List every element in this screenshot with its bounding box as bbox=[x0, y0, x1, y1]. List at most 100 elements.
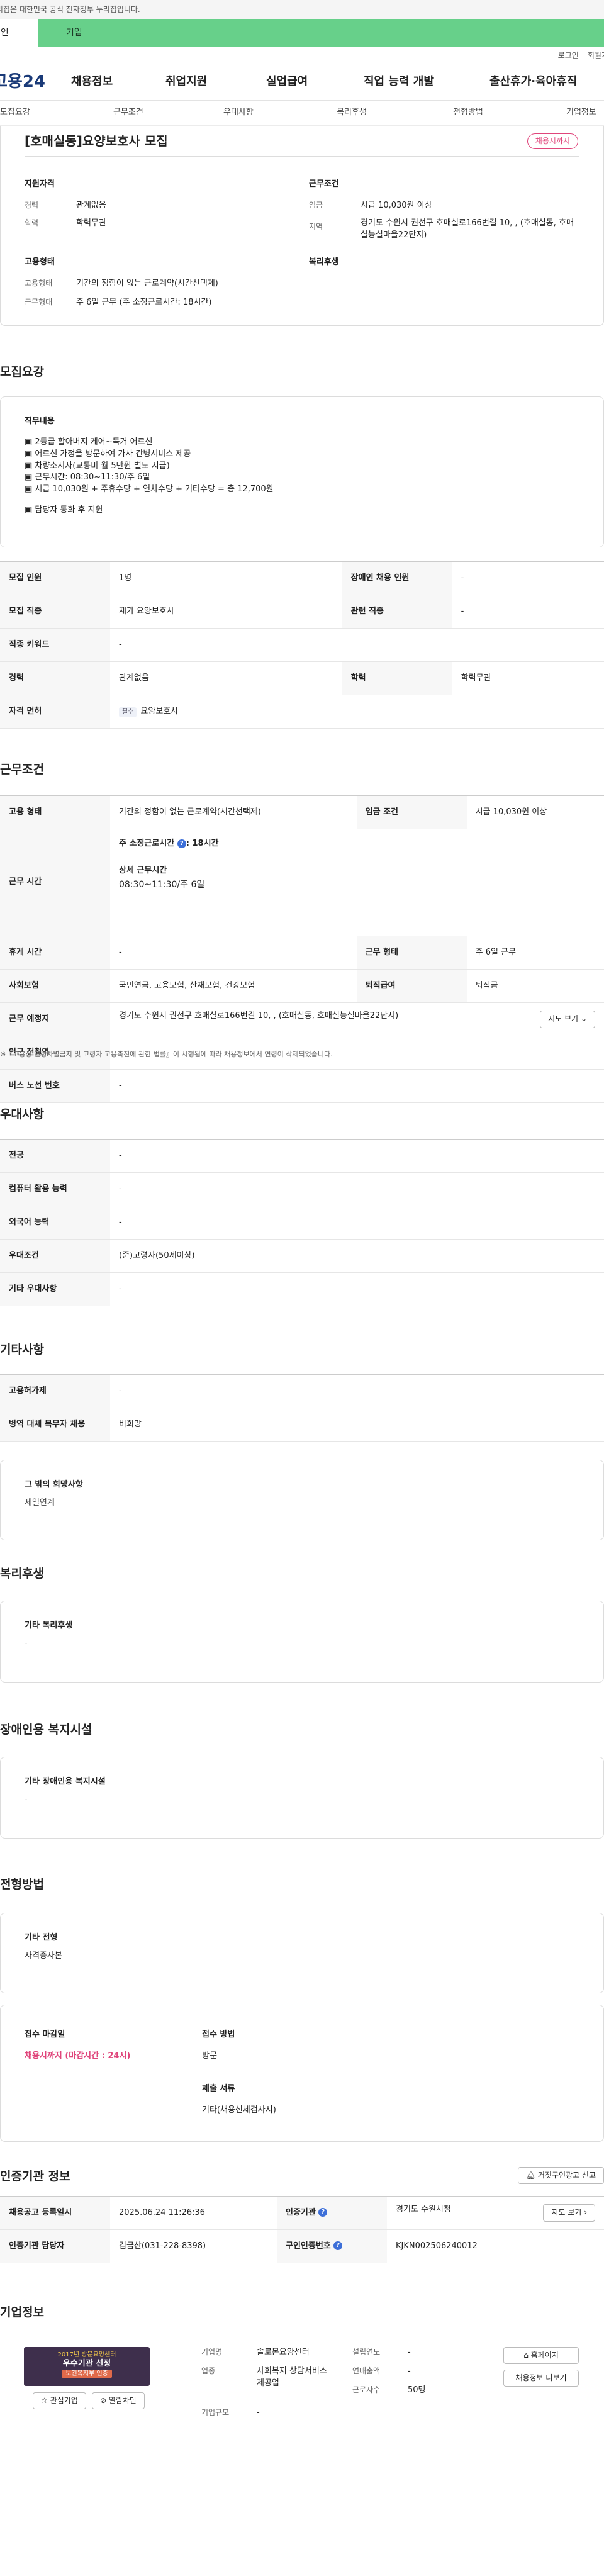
qual-title: 지원자격 bbox=[25, 179, 55, 189]
emp-value: 50명 bbox=[408, 2385, 426, 2395]
selection-box-title: 기타 전형 bbox=[25, 1933, 58, 1942]
welfare-card: 기타 복리후생 - bbox=[0, 1601, 604, 1683]
no-label-text: 구인인증번호 bbox=[286, 2241, 331, 2251]
cell-value: 퇴직금 bbox=[466, 969, 604, 1003]
pref-table: 전공 - 컴퓨터 활용 능력 - 외국어 능력 - 우대조건 (준)고령자(50세이상)… bbox=[0, 1139, 604, 1306]
age-note: ※『고용상 연령차별금지 및 고령자 고용촉진에 관한 법률』이 시행됨에 따라… bbox=[0, 1050, 333, 1058]
cell-value: 재가 요양보호사 bbox=[110, 595, 342, 629]
homepage-button[interactable]: ⌂ 홈페이지 bbox=[503, 2347, 579, 2365]
detail-value: 08:30~11:30/주 6일 bbox=[119, 879, 205, 890]
table-row: 고용허가제 - bbox=[0, 1374, 604, 1408]
area-label: 지역 bbox=[309, 222, 323, 231]
emp-label: 근로자수 bbox=[352, 2385, 381, 2394]
cell-value: 시급 10,030원 이상 bbox=[466, 795, 604, 829]
logo-line: 보건복지부 인증 bbox=[62, 2369, 112, 2378]
subnav-item-company[interactable]: 기업정보 bbox=[566, 107, 596, 119]
map-button[interactable]: 지도 보기 ⌄ bbox=[540, 1011, 595, 1028]
year-label: 설립연도 bbox=[352, 2348, 381, 2356]
gov-banner-text: 이 누리집은 대한민국 공식 전자정부 누리집입니다. bbox=[0, 5, 140, 14]
gnb-item-leave[interactable]: 출산휴가·육아휴직 bbox=[489, 74, 577, 90]
other-value: 세일연계 bbox=[25, 1498, 55, 1508]
subnav-item-conditions[interactable]: 근무조건 bbox=[113, 107, 223, 119]
tab-company[interactable]: 기업 bbox=[38, 19, 604, 47]
table-row: 휴게 시간 - 근무 형태 주 6일 근무 bbox=[0, 936, 604, 970]
top-tabs: 개인 기업 bbox=[0, 19, 604, 47]
etc-table: 고용허가제 - 병역 대체 복무자 채용 비희망 bbox=[0, 1374, 604, 1442]
cell-label: 인증기관 담당자 bbox=[0, 2229, 110, 2263]
sub-nav: 모집요강 근무조건 우대사항 복리후생 전형방법 기업정보 bbox=[0, 101, 604, 126]
gnb-item-training[interactable]: 직업 능력 개발 bbox=[364, 74, 489, 90]
disabled-section: 장애인용 복지시설 기타 장애인용 복지시설 - bbox=[0, 1714, 604, 1865]
cell-value: 기간의 정함이 없는 근로계약(시간선택제) bbox=[110, 795, 357, 829]
career-value: 관계없음 bbox=[76, 201, 106, 210]
table-row: 인증기관 담당자 김금산(031-228-8398) 구인인증번호 ? KJKN002… bbox=[0, 2229, 604, 2263]
table-row: 컴퓨터 활용 능력 - bbox=[0, 1172, 604, 1206]
license-value: 필수 요양보호사 bbox=[110, 695, 604, 729]
edu-value: 학력무관 bbox=[76, 218, 106, 228]
signup-link[interactable]: 회원가입 bbox=[588, 51, 604, 60]
cell-label: 고용허가제 bbox=[0, 1374, 110, 1408]
map-button-label: 지도 보기 bbox=[548, 1014, 579, 1024]
license-text: 요양보호사 bbox=[140, 706, 179, 716]
duty-line: ▣ 시급 10,030원 + 주휴수당 + 연차수당 + 기타수당 = 총 12… bbox=[25, 484, 274, 495]
cell-value: - bbox=[110, 936, 357, 970]
logo-line: 2017년 방문요양센터 bbox=[57, 2351, 116, 2358]
cell-value: - bbox=[110, 1272, 604, 1306]
cell-label: 모집 인원 bbox=[0, 561, 110, 595]
cell-label: 퇴직급여 bbox=[356, 969, 467, 1003]
help-icon[interactable]: ? bbox=[318, 2208, 328, 2217]
status-badge: 채용시까지 bbox=[527, 133, 578, 150]
cell-value: - bbox=[110, 1172, 604, 1206]
site-logo[interactable]: 고용24 bbox=[0, 70, 71, 94]
duty-line: ▣ 담당자 통화 후 지원 bbox=[25, 505, 103, 515]
cell-value: 1명 bbox=[110, 561, 342, 595]
subnav-item-preference[interactable]: 우대사항 bbox=[223, 107, 337, 119]
gnb-item-unemployment[interactable]: 실업급여 bbox=[266, 74, 364, 90]
table-row: 근무 예정지 경기도 수원시 권선구 호매실로166번길 10, , (호매실동,… bbox=[0, 1002, 604, 1036]
cell-value: 국민연금, 고용보험, 산재보험, 건강보험 bbox=[110, 969, 357, 1003]
wage-value: 시급 10,030원 이상 bbox=[361, 201, 432, 210]
block-button[interactable]: ⊘ 열람차단 bbox=[92, 2392, 145, 2410]
help-icon[interactable]: ? bbox=[177, 839, 186, 848]
job-title: [호매실동]요양보호사 모집 bbox=[25, 133, 168, 148]
favorite-button[interactable]: ☆ 관심기업 bbox=[33, 2392, 86, 2410]
method-label: 접수 방법 bbox=[202, 2030, 235, 2039]
cell-label: 장애인 채용 인원 bbox=[342, 561, 452, 595]
selection-heading: 전형방법 bbox=[0, 1878, 44, 1891]
block-label: 열람차단 bbox=[108, 2396, 137, 2405]
work-label: 근무형태 bbox=[25, 298, 53, 306]
gnb-item-jobs[interactable]: 채용정보 bbox=[71, 74, 165, 90]
cell-label: 근무 예정지 bbox=[0, 1002, 110, 1036]
help-icon[interactable]: ? bbox=[333, 2241, 343, 2251]
agency-map-button[interactable]: 지도 보기 › bbox=[543, 2204, 595, 2222]
place-value: 경기도 수원시 권선구 호매실로166번길 10, , (호매실동, 호매실능실… bbox=[110, 1002, 604, 1036]
report-button[interactable]: 🔔︎ 거짓구인광고 신고 bbox=[517, 2167, 604, 2185]
cell-label: 고용 형태 bbox=[0, 795, 110, 829]
cell-label: 전공 bbox=[0, 1139, 110, 1173]
more-jobs-button[interactable]: 채용정보 더보기 bbox=[503, 2370, 579, 2387]
table-row: 모집 직종 재가 요양보호사 관련 직종 - bbox=[0, 595, 604, 629]
bell-icon: 🔔︎ bbox=[525, 2171, 536, 2180]
other-title: 그 밖의 희망사항 bbox=[25, 1480, 83, 1489]
agency-section: 인증기관 정보 🔔︎ 거짓구인광고 신고 채용공고 등록일시 2025.06.24… bbox=[0, 2162, 604, 2302]
gnb-item-employment[interactable]: 취업지원 bbox=[165, 74, 266, 90]
duty-line: ▣ 어르신 가정을 방문하여 가사 간병서비스 제공 bbox=[25, 449, 191, 459]
tab-personal[interactable]: 개인 bbox=[0, 19, 38, 47]
welfare-heading: 복리후생 bbox=[0, 1567, 44, 1581]
subnav-item-recruit[interactable]: 모집요강 bbox=[0, 107, 113, 119]
subnav-item-selection[interactable]: 전형방법 bbox=[453, 107, 566, 119]
cell-value: (준)고령자(50세이상) bbox=[110, 1239, 604, 1273]
cell-value: - bbox=[110, 628, 604, 662]
subnav-item-welfare[interactable]: 복리후생 bbox=[337, 107, 453, 119]
org-label-text: 인증기관 bbox=[286, 2207, 316, 2217]
biz-label: 업종 bbox=[201, 2366, 216, 2375]
table-row: 기타 우대사항 - bbox=[0, 1272, 604, 1306]
career-label: 경력 bbox=[25, 201, 39, 210]
table-row: 근무 시간 주 소정근로시간 ?: 18시간 상세 근무시간 08:30~11:… bbox=[0, 829, 604, 936]
star-icon: ☆ bbox=[41, 2396, 48, 2405]
pref-heading: 우대사항 bbox=[0, 1107, 44, 1121]
login-link[interactable]: 로그인 bbox=[558, 51, 579, 60]
other-card: 그 밖의 희망사항 세일연계 bbox=[0, 1460, 604, 1540]
wage-label: 임금 bbox=[309, 201, 323, 210]
selection-card: 기타 전형 자격증사본 bbox=[0, 1913, 604, 1993]
